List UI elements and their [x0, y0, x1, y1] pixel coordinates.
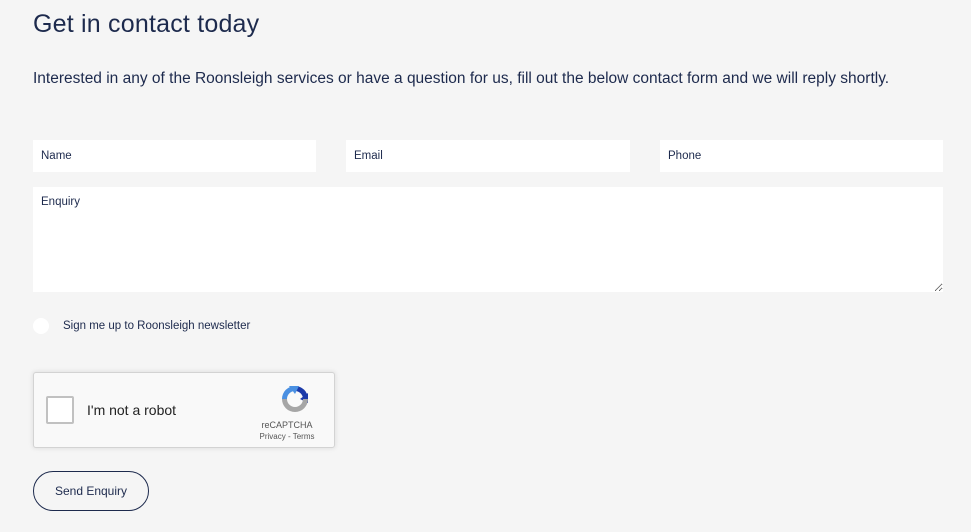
phone-field[interactable] [660, 140, 943, 172]
recaptcha-label: I'm not a robot [87, 402, 177, 418]
terms-link[interactable]: Terms [293, 432, 315, 441]
intro-text: Interested in any of the Roonsleigh serv… [33, 70, 890, 87]
enquiry-field[interactable] [33, 187, 943, 292]
privacy-link[interactable]: Privacy [260, 432, 286, 441]
contact-page: Get in contact today Interested in any o… [0, 0, 971, 532]
email-field[interactable] [346, 140, 630, 172]
newsletter-radio[interactable] [33, 318, 49, 334]
newsletter-label: Sign me up to Roonsleigh newsletter [63, 320, 251, 332]
links-separator: - [285, 432, 293, 441]
recaptcha-brand: reCAPTCHA [261, 420, 313, 430]
recaptcha-logo-icon [282, 386, 308, 412]
name-field[interactable] [33, 140, 316, 172]
recaptcha-links: Privacy - Terms [252, 432, 322, 441]
newsletter-option[interactable]: Sign me up to Roonsleigh newsletter [33, 318, 250, 334]
recaptcha-widget: I'm not a robot reCAPTCHA Privacy - Term… [33, 372, 335, 448]
send-enquiry-button[interactable]: Send Enquiry [33, 471, 149, 511]
page-title: Get in contact today [33, 10, 260, 38]
recaptcha-checkbox[interactable] [46, 396, 74, 424]
